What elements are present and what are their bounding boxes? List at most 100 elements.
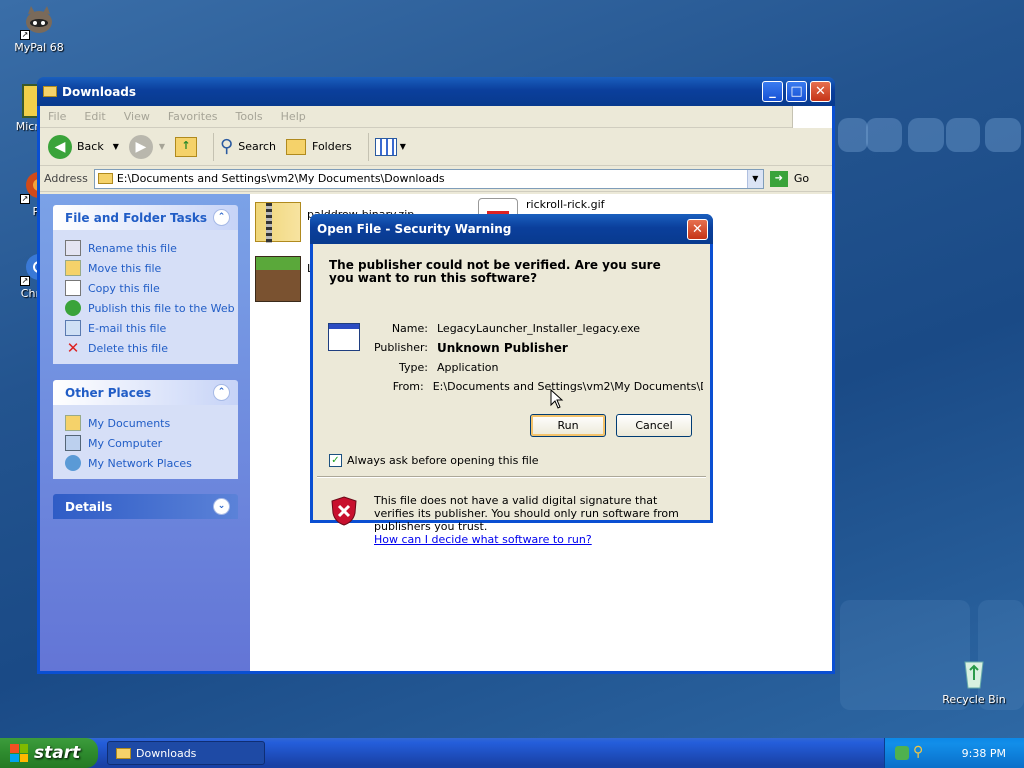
folders-icon: [286, 138, 307, 155]
warning-text: This file does not have a valid digital …: [374, 494, 679, 533]
go-button[interactable]: ➜ Go: [769, 170, 809, 187]
views-icon: [374, 137, 397, 156]
task-copy[interactable]: Copy this file: [65, 278, 238, 298]
rename-icon: [65, 240, 81, 256]
cancel-button[interactable]: Cancel: [616, 414, 692, 437]
desktop-icon-label: MyPal 68: [14, 41, 64, 54]
globe-icon: [65, 300, 81, 316]
task-email[interactable]: E-mail this file: [65, 318, 238, 338]
mouse-cursor-icon: [550, 388, 564, 412]
forward-button[interactable]: ▶ ▼: [128, 134, 166, 159]
zip-folder-icon: [255, 202, 301, 243]
desktop-icon-mypal[interactable]: ↗ MyPal 68: [2, 4, 76, 54]
chevron-up-icon[interactable]: ⌃: [213, 209, 230, 226]
desktop-icon-label: Recycle Bin: [942, 693, 1006, 706]
forward-arrow-icon: ▶: [128, 134, 153, 159]
up-folder-button[interactable]: ↑: [175, 136, 198, 157]
address-input[interactable]: E:\Documents and Settings\vm2\My Documen…: [93, 168, 764, 189]
taskbar: start Downloads ⚲ 9:38 PM: [0, 738, 1024, 768]
clock[interactable]: 9:38 PM: [962, 747, 1006, 760]
desktop-decoration: [866, 118, 902, 152]
panel-header[interactable]: File and Folder Tasks ⌃: [53, 205, 238, 230]
back-button[interactable]: ◀ Back ▼: [48, 134, 119, 159]
search-button[interactable]: ⚲ Search: [220, 136, 276, 157]
window-title: Downloads: [62, 84, 137, 99]
move-icon: [65, 260, 81, 276]
desktop-decoration: [908, 118, 944, 152]
place-my-network[interactable]: My Network Places: [65, 453, 238, 473]
dialog-question: The publisher could not be verified. Are…: [329, 258, 661, 285]
my-documents-icon: [65, 415, 81, 431]
toolbar: ◀ Back ▼ ▶ ▼ ↑ ⚲ Search Folders ▼: [40, 128, 832, 166]
other-places-panel: Other Places ⌃ My Documents My Computer …: [53, 380, 238, 479]
desktop-decoration: [838, 118, 868, 152]
my-computer-icon: [65, 435, 81, 451]
network-places-icon: [65, 455, 81, 471]
folders-button[interactable]: Folders: [286, 138, 352, 155]
chevron-up-icon[interactable]: ⌃: [213, 384, 230, 401]
dialog-separator: [317, 476, 706, 478]
email-icon: [65, 320, 81, 336]
task-pane: File and Folder Tasks ⌃ Rename this file…: [40, 194, 250, 671]
task-delete[interactable]: ✕ Delete this file: [65, 338, 238, 358]
address-bar: Address E:\Documents and Settings\vm2\My…: [40, 166, 832, 192]
field-type: Type: Application: [399, 361, 499, 374]
menu-view[interactable]: View: [124, 110, 150, 123]
help-link[interactable]: How can I decide what software to run?: [374, 533, 592, 546]
system-tray: ⚲ 9:38 PM: [884, 738, 1024, 768]
taskbar-item-downloads[interactable]: Downloads: [107, 741, 265, 765]
toolbar-separator: [367, 132, 369, 161]
application-icon: [328, 323, 360, 351]
explorer-titlebar[interactable]: Downloads _ □ ✕: [37, 77, 835, 106]
delete-x-icon: ✕: [66, 339, 80, 357]
menu-tools[interactable]: Tools: [236, 110, 263, 123]
place-my-computer[interactable]: My Computer: [65, 433, 238, 453]
maximize-button[interactable]: □: [786, 81, 807, 102]
panel-header[interactable]: Other Places ⌃: [53, 380, 238, 405]
dialog-titlebar[interactable]: Open File - Security Warning ✕: [310, 214, 713, 244]
place-my-documents[interactable]: My Documents: [65, 413, 238, 433]
menu-favorites[interactable]: Favorites: [168, 110, 218, 123]
file-item[interactable]: L: [255, 256, 313, 302]
panel-header[interactable]: Details ⌄: [53, 494, 238, 519]
address-label: Address: [44, 172, 88, 185]
views-button[interactable]: ▼: [374, 137, 406, 156]
folder-icon: [43, 86, 57, 97]
shield-warning-icon: [331, 496, 357, 526]
always-ask-checkbox[interactable]: ✓ Always ask before opening this file: [329, 454, 539, 467]
task-move[interactable]: Move this file: [65, 258, 238, 278]
folder-icon: [97, 173, 113, 184]
desktop-icon-recycle-bin[interactable]: Recycle Bin: [937, 656, 1011, 706]
raccoon-icon: ↗: [20, 4, 56, 40]
details-panel: Details ⌄: [53, 494, 238, 519]
recycle-bin-icon: [957, 656, 991, 690]
menu-edit[interactable]: Edit: [84, 110, 105, 123]
start-button[interactable]: start: [0, 738, 98, 768]
task-rename[interactable]: Rename this file: [65, 238, 238, 258]
minimize-button[interactable]: _: [762, 81, 783, 102]
up-folder-icon: ↑: [175, 136, 198, 157]
windows-flag-icon: [10, 744, 28, 762]
dialog-close-button[interactable]: ✕: [687, 218, 708, 240]
field-from: From: E:\Documents and Settings\vm2\My Do…: [392, 380, 703, 393]
chevron-down-icon[interactable]: ▼: [746, 169, 763, 188]
chevron-down-icon[interactable]: ⌄: [213, 498, 230, 515]
search-icon: ⚲: [220, 136, 234, 157]
search-tray-icon[interactable]: ⚲: [913, 744, 923, 760]
dialog-title: Open File - Security Warning: [317, 222, 512, 236]
checkmark-icon: ✓: [329, 454, 342, 467]
menu-file[interactable]: File: [48, 110, 66, 123]
menu-bar: File Edit View Favorites Tools Help: [40, 106, 832, 128]
network-tray-icon[interactable]: [895, 746, 909, 760]
menu-help[interactable]: Help: [281, 110, 306, 123]
close-button[interactable]: ✕: [810, 81, 831, 102]
desktop-decoration: [946, 118, 980, 152]
address-value: E:\Documents and Settings\vm2\My Documen…: [116, 172, 445, 185]
chevron-down-icon: ▼: [158, 142, 166, 151]
go-arrow-icon: ➜: [769, 170, 788, 187]
field-publisher: Publisher: Unknown Publisher: [373, 341, 568, 355]
windows-logo-icon: [792, 106, 832, 128]
security-warning-dialog: Open File - Security Warning ✕ The publi…: [310, 214, 713, 546]
run-button[interactable]: Run: [530, 414, 606, 437]
task-publish[interactable]: Publish this file to the Web: [65, 298, 238, 318]
